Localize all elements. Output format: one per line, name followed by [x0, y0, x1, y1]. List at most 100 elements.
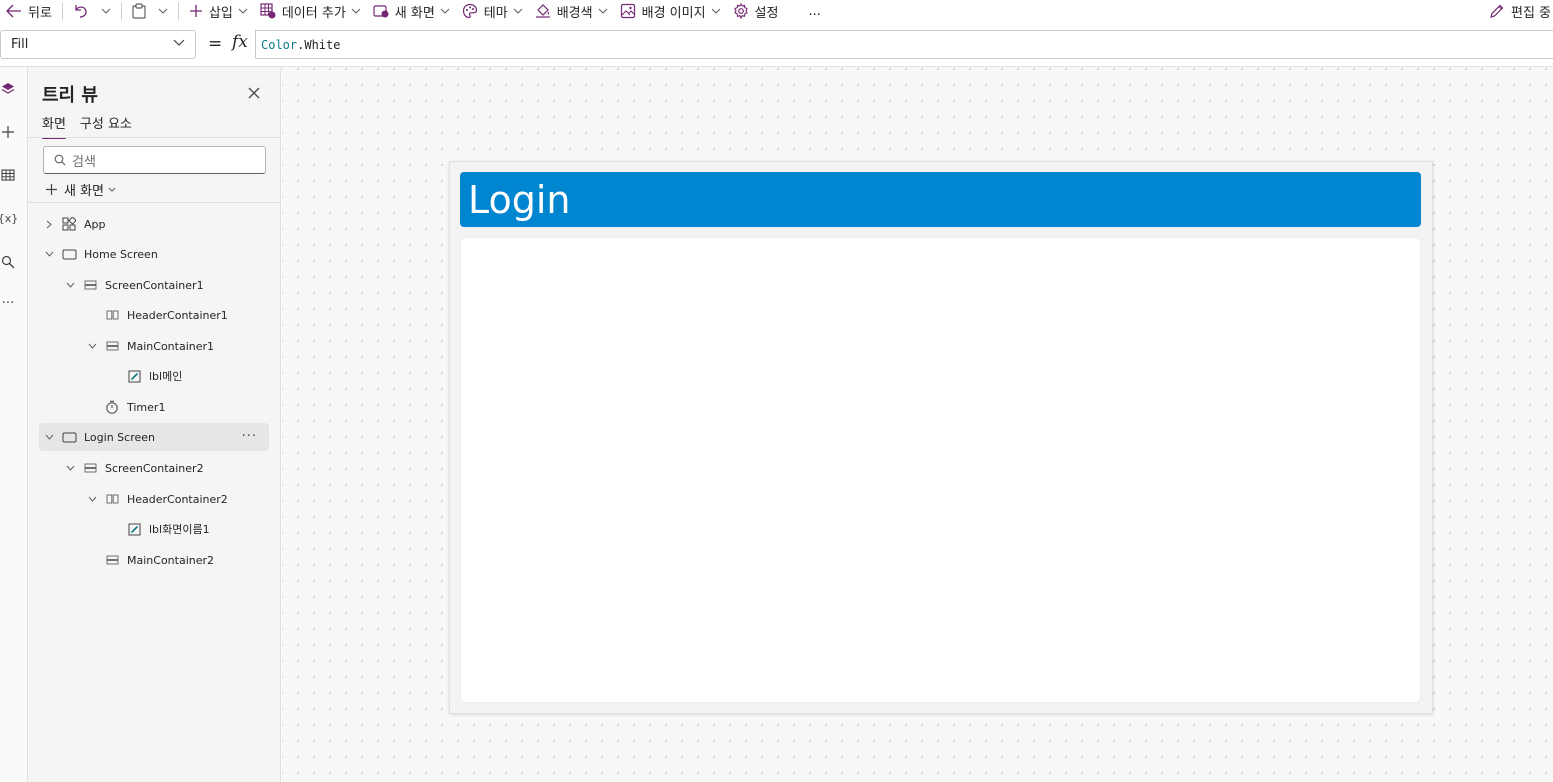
search-icon	[54, 154, 66, 166]
horizontal-container-icon	[104, 307, 120, 323]
divider	[28, 137, 280, 138]
background-image-label: 배경 이미지	[641, 5, 706, 21]
left-rail: {x} ···	[0, 67, 28, 782]
data-rail-button[interactable]	[0, 167, 16, 183]
formula-object-token: Color	[261, 37, 298, 52]
undo-icon	[75, 5, 87, 18]
tree-node-label: Home Screen	[84, 247, 158, 261]
more-rail-button[interactable]: ···	[0, 295, 16, 311]
back-arrow-icon	[6, 4, 21, 18]
undo-dropdown[interactable]	[95, 0, 117, 22]
table-icon	[1, 169, 15, 181]
search-input[interactable]: 검색	[43, 146, 266, 174]
tree-node-login-screen[interactable]: Login Screen ···	[39, 423, 269, 451]
chevron-down-icon[interactable]	[44, 432, 54, 442]
chevron-down-icon[interactable]	[65, 463, 75, 473]
more-options-button[interactable]: ···	[242, 429, 257, 444]
tree-node-lbl-screen-name1[interactable]: lbl화면이름1	[109, 515, 210, 543]
tree-node-lbl-main[interactable]: lbl메인	[109, 362, 182, 390]
close-icon[interactable]	[247, 86, 261, 100]
plus-icon	[189, 5, 202, 17]
search-rail-button[interactable]	[0, 254, 16, 270]
chevron-down-icon[interactable]	[87, 341, 97, 351]
chevron-right-icon[interactable]	[44, 219, 54, 229]
tree-node-timer1[interactable]: Timer1	[87, 393, 165, 421]
vertical-container-icon	[104, 552, 120, 568]
vertical-container-icon	[82, 277, 98, 293]
tree-node-label: Login Screen	[84, 430, 155, 444]
tab-components[interactable]: 구성 요소	[80, 113, 132, 136]
chevron-down-icon[interactable]	[87, 494, 97, 504]
chevron-down-icon	[351, 8, 361, 14]
insert-rail-button[interactable]	[0, 124, 16, 140]
screen-icon	[61, 246, 77, 262]
back-button[interactable]: 뒤로	[0, 0, 58, 22]
new-screen-label: 새 화면	[64, 184, 105, 199]
tree-node-maincontainer1[interactable]: MainContainer1	[87, 332, 214, 360]
background-image-button[interactable]: 배경 이미지	[614, 0, 727, 22]
new-screen-button[interactable]: 새 화면	[45, 180, 116, 199]
tab-screens[interactable]: 화면	[42, 113, 66, 139]
toolbar-separator	[177, 2, 179, 20]
undo-button[interactable]	[67, 0, 95, 22]
insert-button[interactable]: 삽입	[183, 0, 254, 22]
background-color-label: 배경색	[556, 5, 593, 21]
divider	[28, 202, 280, 203]
tree-view-rail-button[interactable]	[0, 81, 16, 97]
panel-title: 트리 뷰	[42, 85, 98, 106]
tree-node-screencontainer2[interactable]: ScreenContainer2	[65, 454, 204, 482]
settings-button[interactable]: 설정	[727, 0, 785, 22]
tree-node-label: lbl메인	[149, 370, 183, 383]
tree-node-label: Timer1	[127, 400, 166, 414]
search-placeholder: 검색	[72, 154, 96, 170]
tree-node-screencontainer1[interactable]: ScreenContainer1	[65, 271, 204, 299]
insert-label: 삽입	[208, 5, 233, 21]
add-data-button[interactable]: 데이터 추가	[254, 0, 367, 22]
variables-rail-button[interactable]: {x}	[0, 210, 18, 226]
tree-node-maincontainer2[interactable]: MainContainer2	[87, 546, 214, 574]
editing-status[interactable]: 편집 중	[1489, 0, 1553, 22]
chevron-down-icon[interactable]	[65, 280, 75, 290]
timer-icon	[104, 399, 120, 415]
settings-label: 설정	[754, 5, 779, 21]
tree-node-label: ScreenContainer1	[105, 278, 204, 292]
tree-node-app[interactable]: App	[44, 210, 106, 238]
property-dropdown[interactable]: Fill	[0, 30, 196, 59]
paste-dropdown[interactable]	[152, 0, 174, 22]
add-data-label: 데이터 추가	[281, 5, 346, 21]
tree-node-headercontainer2[interactable]: HeaderContainer2	[87, 485, 228, 513]
new-screen-icon	[373, 5, 389, 18]
tree-node-label: MainContainer1	[127, 339, 215, 353]
editing-label: 편집 중	[1510, 5, 1551, 21]
fx-icon[interactable]: fx	[232, 32, 248, 52]
theme-button[interactable]: 테마	[456, 0, 529, 22]
formula-input[interactable]: Color .White	[255, 30, 1553, 59]
main-container[interactable]	[460, 237, 1421, 703]
chevron-down-icon	[440, 8, 450, 14]
tree-node-headercontainer1[interactable]: HeaderContainer1	[87, 301, 228, 329]
tree-node-home-screen[interactable]: Home Screen	[44, 240, 158, 268]
app-icon	[61, 216, 77, 232]
chevron-down-icon	[598, 8, 607, 14]
label-icon	[126, 521, 142, 537]
chevron-down-icon	[173, 39, 185, 46]
plus-icon	[2, 126, 14, 138]
chevron-down-icon	[158, 8, 168, 14]
new-screen-button[interactable]: 새 화면	[367, 0, 456, 22]
screen-title-label[interactable]: Login	[468, 181, 571, 219]
tree-node-label: HeaderContainer1	[127, 308, 228, 322]
background-color-button[interactable]: 배경색	[529, 0, 614, 22]
formula-property-token: .White	[297, 37, 341, 52]
more-commands-button[interactable]: ...	[802, 0, 826, 22]
paste-button[interactable]	[126, 0, 152, 22]
header-container[interactable]: Login	[460, 172, 1421, 227]
chevron-down-icon[interactable]	[44, 249, 54, 259]
tree-node-label: lbl화면이름1	[149, 523, 210, 536]
clipboard-icon	[132, 3, 146, 19]
tree-node-label: MainContainer2	[127, 553, 215, 567]
label-icon	[126, 368, 142, 384]
